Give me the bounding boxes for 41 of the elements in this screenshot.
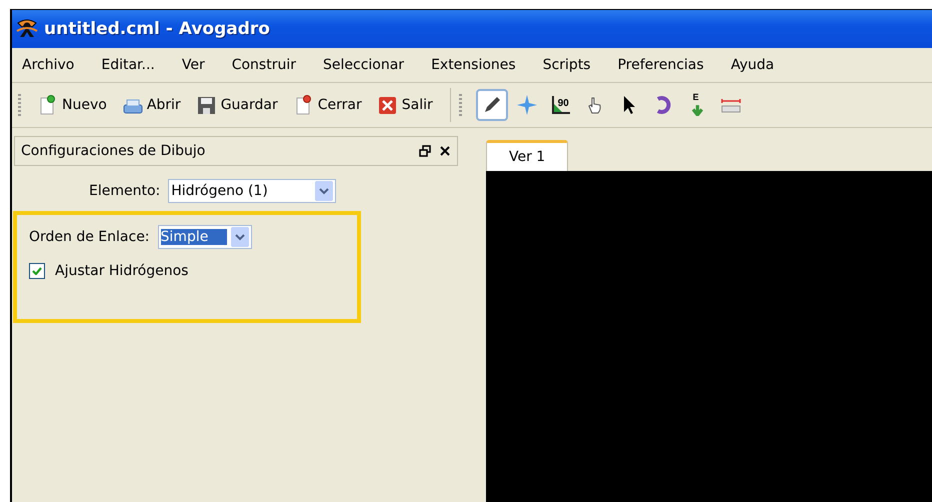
dropdown[interactable]: Hidrógeno (1)	[168, 179, 336, 203]
toolbar-button[interactable]: Salir	[374, 92, 436, 118]
menu-item[interactable]: Extensiones	[431, 57, 516, 73]
save-icon	[196, 94, 218, 116]
field-label: Elemento:	[89, 183, 160, 199]
dock-title: Configuraciones de Dibujo	[21, 143, 206, 159]
checkbox[interactable]	[29, 263, 45, 279]
toolbar-button[interactable]: Abrir	[120, 92, 184, 118]
menu-item[interactable]: Ayuda	[730, 57, 774, 73]
app-logo-icon	[16, 19, 38, 39]
tool-glyph: E	[692, 92, 699, 102]
menu-item[interactable]: Preferencias	[618, 57, 704, 73]
menu-item[interactable]: Seleccionar	[323, 57, 404, 73]
field-label: Orden de Enlace:	[29, 229, 150, 245]
sparkle-icon	[516, 94, 538, 116]
toolbar-button[interactable]: Nuevo	[35, 92, 110, 118]
float-icon[interactable]	[419, 145, 431, 157]
menu-item[interactable]: Construir	[232, 57, 296, 73]
window-title: untitled.cml - Avogadro	[44, 19, 270, 39]
tool-button[interactable]	[476, 89, 508, 121]
close-icon	[378, 94, 399, 116]
toolbar-grip[interactable]	[18, 94, 21, 116]
menu-item[interactable]: Editar...	[101, 57, 155, 73]
toolbar-button[interactable]: Guardar	[194, 92, 281, 118]
toolbar-grip[interactable]	[458, 94, 462, 116]
tool-button[interactable]: E	[682, 90, 712, 120]
checkbox-label: Ajustar Hidrógenos	[55, 263, 188, 279]
arrow-down-icon	[692, 104, 703, 116]
chevron-down-icon	[230, 227, 249, 247]
tool-button[interactable]: 90	[546, 90, 576, 120]
view-tab[interactable]: Ver 1	[486, 140, 568, 171]
tool-glyph: 90	[558, 98, 569, 109]
menu-item[interactable]: Ver	[182, 57, 205, 73]
toolbar-button[interactable]: Cerrar	[290, 92, 365, 118]
angle-icon	[550, 94, 572, 116]
chevron-down-icon	[315, 181, 334, 201]
menu-item[interactable]: Scripts	[542, 57, 591, 73]
check-icon	[32, 267, 42, 275]
menu-item[interactable]: Archivo	[22, 57, 74, 73]
dropdown[interactable]: Simple	[158, 225, 252, 249]
close-icon[interactable]	[439, 145, 451, 157]
